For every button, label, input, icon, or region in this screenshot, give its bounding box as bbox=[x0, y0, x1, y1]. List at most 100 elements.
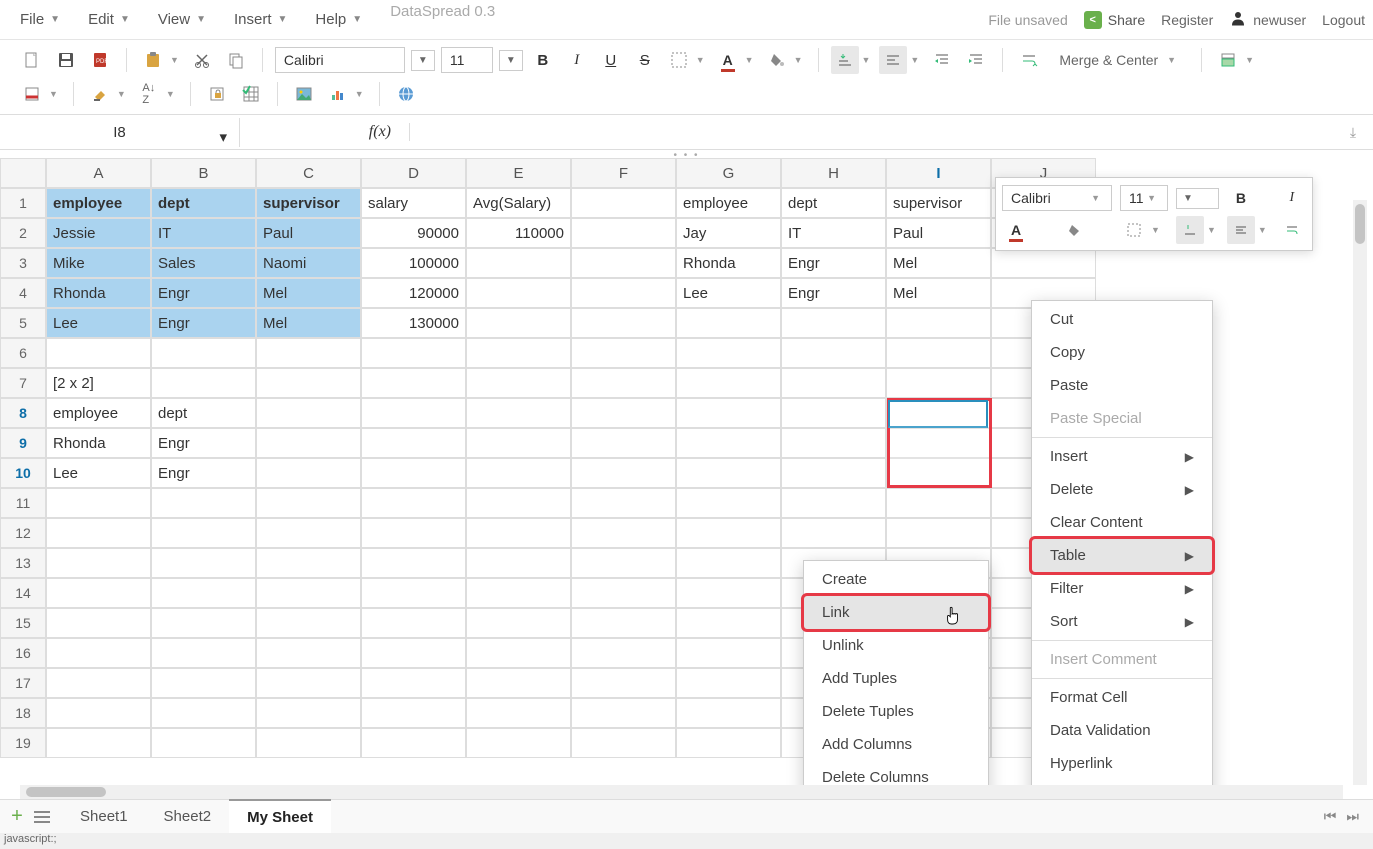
row-header[interactable]: 11 bbox=[0, 488, 46, 518]
cell[interactable] bbox=[256, 428, 361, 458]
font-color-icon[interactable]: A bbox=[714, 46, 742, 74]
ctx-format-cell[interactable]: Format Cell bbox=[1032, 681, 1212, 714]
cell[interactable] bbox=[466, 428, 571, 458]
logout-link[interactable]: Logout bbox=[1322, 12, 1365, 28]
cell[interactable]: dept bbox=[781, 188, 886, 218]
cell[interactable] bbox=[466, 518, 571, 548]
mini-wrap-icon[interactable] bbox=[1278, 216, 1306, 244]
cell[interactable] bbox=[151, 578, 256, 608]
cell[interactable] bbox=[361, 458, 466, 488]
cell[interactable] bbox=[466, 698, 571, 728]
cell[interactable] bbox=[571, 368, 676, 398]
cell[interactable] bbox=[361, 608, 466, 638]
cell[interactable] bbox=[256, 728, 361, 758]
cell[interactable] bbox=[571, 278, 676, 308]
cell[interactable] bbox=[46, 668, 151, 698]
ctx-table-unlink[interactable]: Unlink bbox=[804, 629, 988, 662]
cell[interactable] bbox=[676, 578, 781, 608]
formula-input[interactable] bbox=[410, 126, 1333, 138]
cell[interactable] bbox=[466, 488, 571, 518]
cell[interactable] bbox=[256, 488, 361, 518]
cell[interactable] bbox=[676, 548, 781, 578]
menu-edit[interactable]: Edit▼ bbox=[76, 3, 142, 36]
sheet-tab-3[interactable]: My Sheet bbox=[229, 799, 331, 834]
cell[interactable]: IT bbox=[781, 218, 886, 248]
row-header[interactable]: 10 bbox=[0, 458, 46, 488]
new-icon[interactable] bbox=[18, 46, 46, 74]
cell[interactable]: 110000 bbox=[466, 218, 571, 248]
cell[interactable]: dept bbox=[151, 188, 256, 218]
ctx-paste[interactable]: Paste bbox=[1032, 369, 1212, 402]
cell[interactable] bbox=[571, 218, 676, 248]
cell[interactable]: Avg(Salary) bbox=[466, 188, 571, 218]
sheet-tab-2[interactable]: Sheet2 bbox=[146, 800, 230, 833]
cell[interactable]: Jay bbox=[676, 218, 781, 248]
select-all-corner[interactable] bbox=[0, 158, 46, 188]
cell[interactable]: IT bbox=[151, 218, 256, 248]
column-header[interactable]: E bbox=[466, 158, 571, 188]
cell[interactable] bbox=[781, 338, 886, 368]
cell[interactable] bbox=[466, 248, 571, 278]
cell[interactable] bbox=[151, 698, 256, 728]
clear-icon[interactable] bbox=[86, 80, 114, 108]
cell[interactable] bbox=[571, 398, 676, 428]
merge-center-button[interactable]: Merge & Center▼ bbox=[1049, 48, 1189, 72]
cell[interactable] bbox=[361, 368, 466, 398]
cut-icon[interactable] bbox=[188, 46, 216, 74]
cell[interactable] bbox=[781, 428, 886, 458]
cell[interactable]: [2 x 2] bbox=[46, 368, 151, 398]
gridlines-icon[interactable] bbox=[237, 80, 265, 108]
cell[interactable]: Rhonda bbox=[46, 428, 151, 458]
cell[interactable]: Sales bbox=[151, 248, 256, 278]
cell[interactable]: employee bbox=[46, 188, 151, 218]
cell[interactable] bbox=[151, 518, 256, 548]
share-button[interactable]: < Share bbox=[1084, 11, 1145, 29]
cell[interactable] bbox=[886, 338, 991, 368]
cell[interactable] bbox=[781, 308, 886, 338]
caret-icon[interactable]: ▼ bbox=[163, 89, 178, 99]
column-header[interactable]: C bbox=[256, 158, 361, 188]
cell[interactable] bbox=[571, 188, 676, 218]
mini-bold-icon[interactable]: B bbox=[1227, 184, 1255, 212]
underline-icon[interactable]: U bbox=[597, 46, 625, 74]
ctx-table-create[interactable]: Create bbox=[804, 563, 988, 596]
cell[interactable] bbox=[256, 398, 361, 428]
row-header[interactable]: 17 bbox=[0, 668, 46, 698]
cell[interactable] bbox=[886, 428, 991, 458]
vertical-scrollbar[interactable] bbox=[1353, 200, 1367, 785]
cell[interactable] bbox=[466, 548, 571, 578]
caret-icon[interactable]: ▼ bbox=[46, 89, 61, 99]
cell[interactable]: supervisor bbox=[886, 188, 991, 218]
cell[interactable]: Mel bbox=[886, 278, 991, 308]
column-header[interactable]: H bbox=[781, 158, 886, 188]
cell[interactable] bbox=[151, 638, 256, 668]
cell[interactable]: Rhonda bbox=[676, 248, 781, 278]
caret-icon[interactable]: ▼ bbox=[352, 89, 367, 99]
mini-border-icon[interactable] bbox=[1120, 216, 1148, 244]
cell[interactable] bbox=[886, 398, 991, 428]
cell[interactable] bbox=[46, 338, 151, 368]
cell[interactable] bbox=[466, 728, 571, 758]
mini-font-select[interactable]: Calibri▼ bbox=[1002, 185, 1112, 211]
cell[interactable] bbox=[46, 548, 151, 578]
cell[interactable]: Mel bbox=[886, 248, 991, 278]
username[interactable]: newuser bbox=[1253, 12, 1306, 28]
cell[interactable] bbox=[256, 458, 361, 488]
cell[interactable] bbox=[781, 398, 886, 428]
cell[interactable] bbox=[46, 608, 151, 638]
cell[interactable] bbox=[886, 458, 991, 488]
cell[interactable] bbox=[361, 428, 466, 458]
caret-icon[interactable]: ▼ bbox=[859, 55, 874, 65]
cell[interactable]: Lee bbox=[46, 458, 151, 488]
cell[interactable] bbox=[676, 608, 781, 638]
size-dropdown-button[interactable]: ▼ bbox=[499, 50, 523, 71]
row-header[interactable]: 13 bbox=[0, 548, 46, 578]
cell[interactable] bbox=[466, 638, 571, 668]
menu-help[interactable]: Help▼ bbox=[303, 3, 374, 36]
cell[interactable] bbox=[676, 698, 781, 728]
wrap-text-icon[interactable] bbox=[1015, 46, 1043, 74]
font-dropdown-button[interactable]: ▼ bbox=[411, 50, 435, 71]
cell[interactable]: Lee bbox=[676, 278, 781, 308]
paste-icon[interactable] bbox=[139, 46, 167, 74]
ctx-delete[interactable]: Delete▶ bbox=[1032, 473, 1212, 506]
